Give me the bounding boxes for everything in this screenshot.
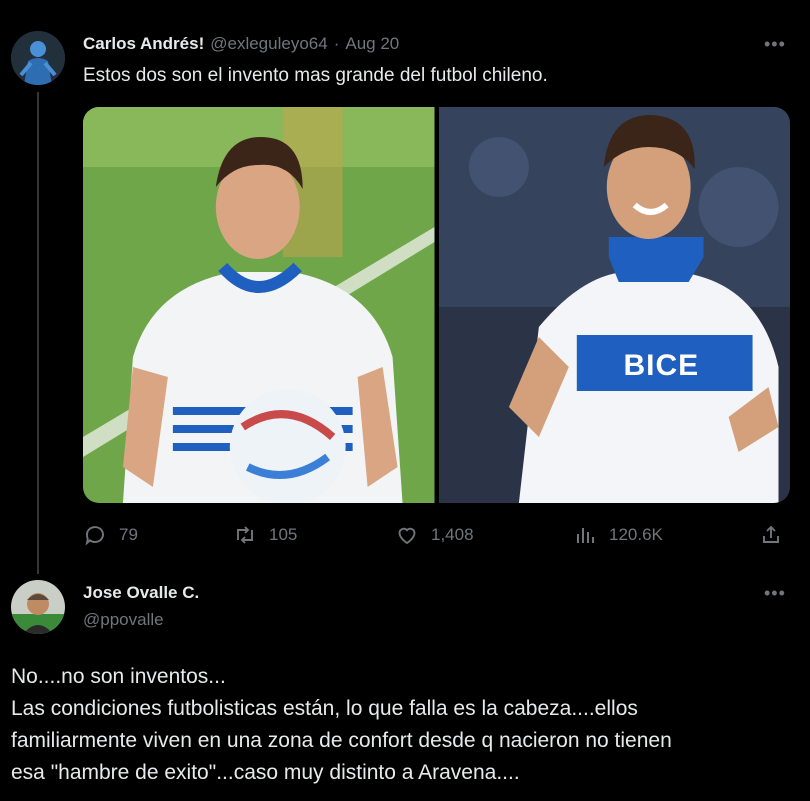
author-name[interactable]: Carlos Andrés! xyxy=(83,34,204,54)
heart-icon xyxy=(398,527,416,545)
reply-line: Las condiciones futbolisticas están, lo … xyxy=(11,697,638,720)
retweet-count: 105 xyxy=(269,525,298,544)
more-options-icon[interactable]: ••• xyxy=(764,583,786,604)
tweet-text: Estos dos son el invento mas grande del … xyxy=(83,65,548,86)
author-handle[interactable]: @exleguleyo64 xyxy=(210,34,327,54)
reply-line: esa "hambre de exito"...caso muy distint… xyxy=(11,761,520,784)
view-count: 120.6K xyxy=(609,525,663,544)
reply-line: No....no son inventos... xyxy=(11,665,226,688)
share-button[interactable] xyxy=(759,523,783,547)
avatar[interactable] xyxy=(11,580,65,634)
like-button[interactable]: 1,408 xyxy=(395,523,474,547)
separator: · xyxy=(333,34,340,53)
avatar[interactable] xyxy=(11,31,65,85)
thread-line xyxy=(37,92,39,574)
reply-text: No....no son inventos... Las condiciones… xyxy=(11,661,801,789)
tweet-image-1[interactable] xyxy=(83,107,435,503)
author-handle[interactable]: @ppovalle xyxy=(83,610,164,630)
retweet-button[interactable]: 105 xyxy=(233,523,297,547)
author-name[interactable]: Jose Ovalle C. xyxy=(83,583,199,603)
tweet-media[interactable]: BICE xyxy=(83,107,790,503)
tweet-image-2[interactable]: BICE xyxy=(438,107,790,503)
views-button[interactable]: 120.6K xyxy=(573,523,663,547)
retweet-icon xyxy=(237,526,253,544)
reply-icon xyxy=(85,526,104,546)
views-chart-icon xyxy=(577,528,594,543)
like-count: 1,408 xyxy=(431,525,474,544)
share-icon xyxy=(763,525,779,543)
reply-line: familiarmente viven en una zona de confo… xyxy=(11,729,672,752)
more-options-icon[interactable]: ••• xyxy=(764,34,786,55)
tweet-date[interactable]: Aug 20 xyxy=(345,34,399,54)
reply-button[interactable]: 79 xyxy=(83,523,138,547)
sponsor-logo-text: BICE xyxy=(623,349,700,382)
reply-count: 79 xyxy=(119,525,138,544)
